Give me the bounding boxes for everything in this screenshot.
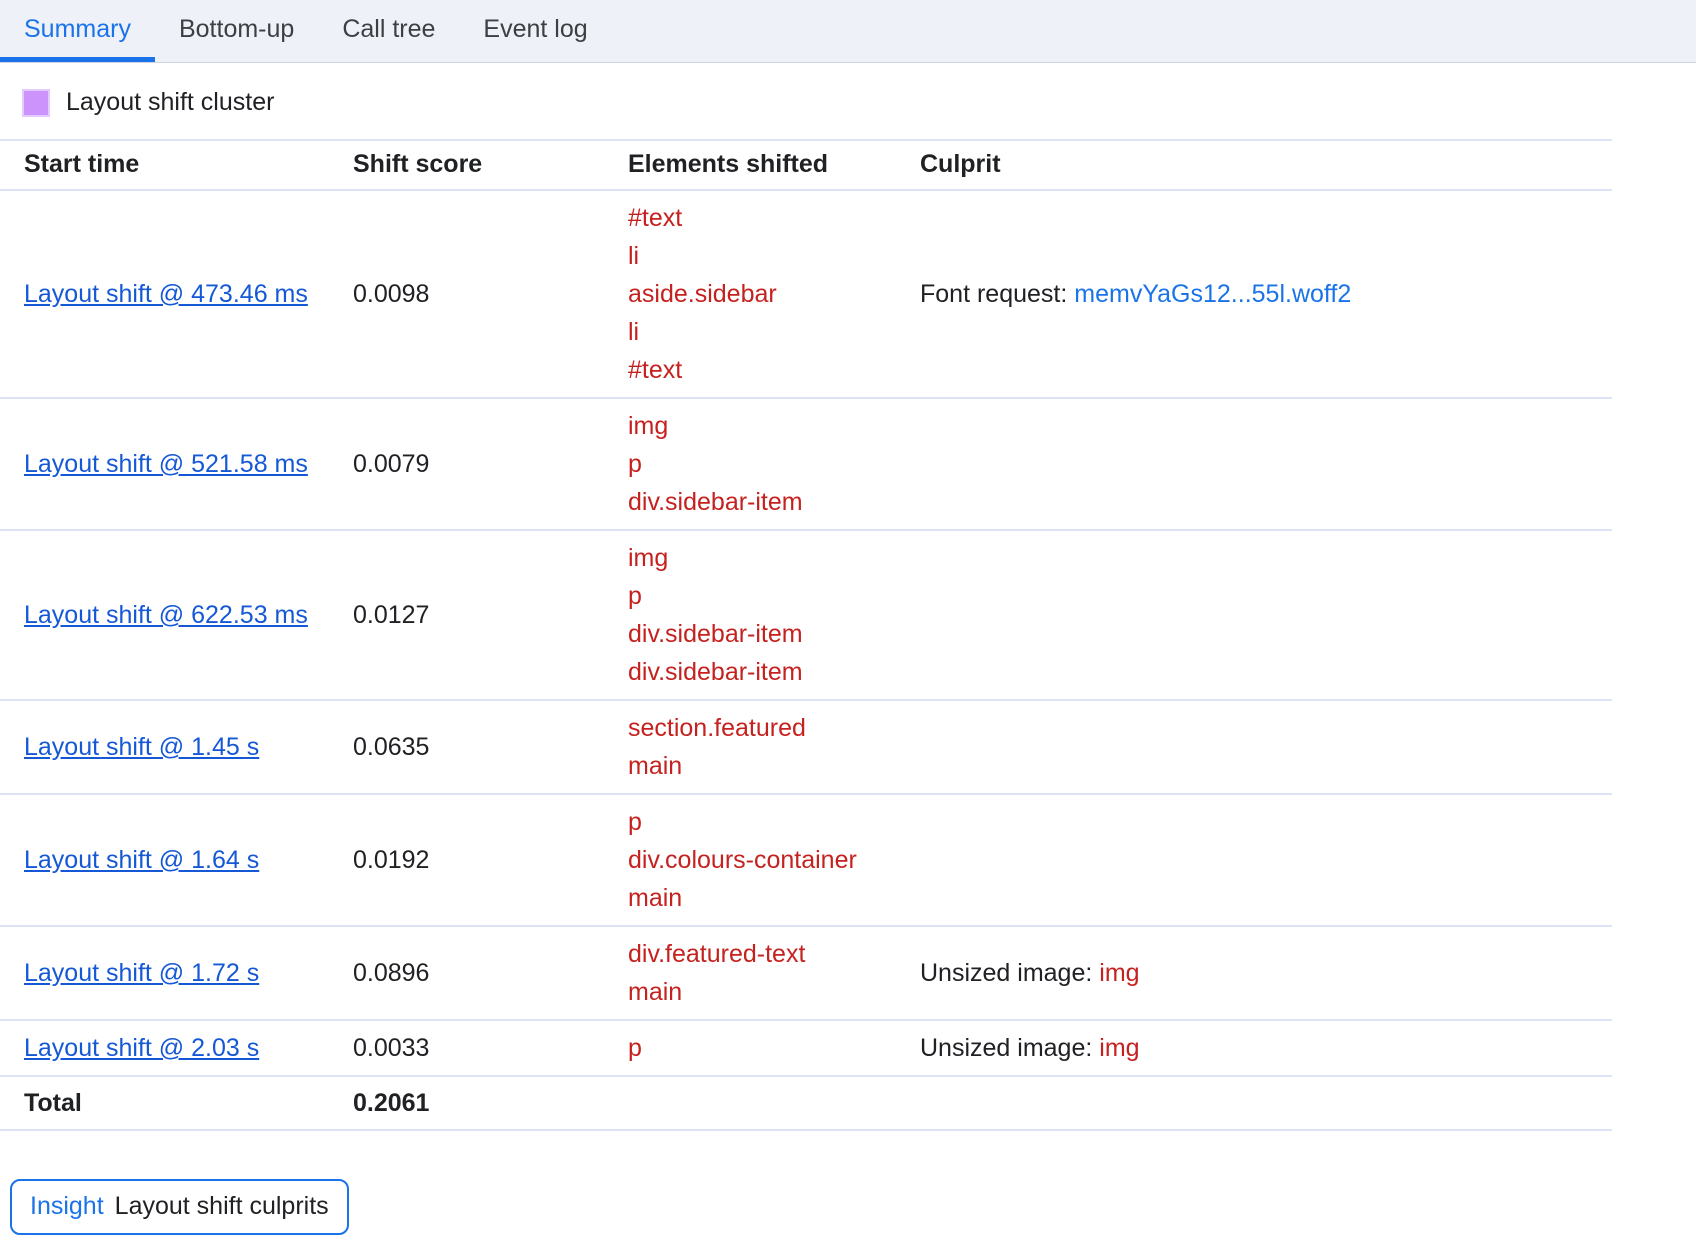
cell-culprit [920,700,1612,795]
shifted-element-link[interactable]: div.featured-text [628,935,920,973]
cell-shift-score: 0.0635 [353,700,628,795]
cell-start-time: Layout shift @ 622.53 ms [0,530,353,701]
column-header-elements-shifted: Elements shifted [628,139,920,191]
total-culprit-cell [920,1076,1612,1131]
cell-elements-shifted: p div.colours-container main [628,794,920,927]
culprit-request-link[interactable]: memvYaGs12...55l.woff2 [1074,280,1351,308]
cluster-color-swatch [22,88,50,117]
layout-shift-link[interactable]: Layout shift @ 622.53 ms [24,601,308,629]
cell-culprit [920,794,1612,927]
culprit-label: Unsized image: [920,959,1093,987]
shifted-element-link[interactable]: aside.sidebar [628,275,920,313]
cell-culprit [920,530,1612,701]
table-row: Layout shift @ 473.46 ms 0.0098 #text li asi… [0,190,1612,399]
column-header-start-time: Start time [0,139,353,191]
cell-shift-score: 0.0033 [353,1020,628,1077]
shifted-element-link[interactable]: p [628,803,920,841]
shifted-element-link[interactable]: #text [628,351,920,389]
layout-shift-link[interactable]: Layout shift @ 521.58 ms [24,450,308,478]
panel-tabs: Summary Bottom-up Call tree Event log [0,0,1696,63]
tab-call-tree[interactable]: Call tree [318,17,459,62]
insight-chip-layout-shift-culprits[interactable]: Insight Layout shift culprits [10,1179,349,1235]
shifted-element-link[interactable]: #text [628,199,920,237]
shifted-element-link[interactable]: li [628,313,920,351]
shifted-element-link[interactable]: div.sidebar-item [628,483,920,521]
cell-elements-shifted: p [628,1020,920,1077]
shifted-element-link[interactable]: li [628,237,920,275]
cell-start-time: Layout shift @ 1.72 s [0,926,353,1021]
total-shift-score: 0.2061 [353,1076,628,1131]
table-body: Layout shift @ 473.46 ms 0.0098 #text li asi… [0,190,1612,1077]
tab-event-log-label: Event log [483,15,588,43]
column-header-culprit: Culprit [920,139,1612,191]
shifted-element-link[interactable]: div.colours-container [628,841,920,879]
cell-start-time: Layout shift @ 473.46 ms [0,190,353,399]
tab-bottom-up-label: Bottom-up [178,15,295,43]
cell-elements-shifted: div.featured-text main [628,926,920,1021]
culprit-node-link[interactable]: img [1099,959,1139,987]
shifted-element-link[interactable]: div.sidebar-item [628,653,920,691]
shifted-element-link[interactable]: main [628,973,920,1011]
shifted-element-link[interactable]: img [628,407,920,445]
table-footer: Total 0.2061 [0,1076,1612,1131]
column-header-shift-score: Shift score [353,139,628,191]
layout-shift-link[interactable]: Layout shift @ 473.46 ms [24,280,308,308]
shifted-element-link[interactable]: p [628,445,920,483]
table-row-total: Total 0.2061 [0,1076,1612,1131]
tab-event-log[interactable]: Event log [459,17,611,62]
layout-shift-link[interactable]: Layout shift @ 1.72 s [24,959,259,987]
table-row: Layout shift @ 2.03 s 0.0033 p Unsized imag… [0,1020,1612,1077]
shifted-element-link[interactable]: div.sidebar-item [628,615,920,653]
cell-elements-shifted: img p div.sidebar-item div.sidebar-item [628,530,920,701]
layout-shifts-table-container: Start time Shift score Elements shifted … [0,139,1612,1131]
tab-call-tree-label: Call tree [342,15,436,43]
shifted-element-link[interactable]: img [628,539,920,577]
table-row: Layout shift @ 622.53 ms 0.0127 img p div.si… [0,530,1612,701]
shifted-element-link[interactable]: main [628,747,920,785]
cell-shift-score: 0.0192 [353,794,628,927]
total-elements-cell [628,1076,920,1131]
cell-shift-score: 0.0098 [353,190,628,399]
layout-shift-link[interactable]: Layout shift @ 1.45 s [24,733,259,761]
table-header-row: Start time Shift score Elements shifted … [0,139,1612,191]
cell-shift-score: 0.0127 [353,530,628,701]
shifted-element-link[interactable]: section.featured [628,709,920,747]
cluster-legend-label: Layout shift cluster [66,88,275,116]
shifted-element-link[interactable]: p [628,577,920,615]
layout-shift-link[interactable]: Layout shift @ 1.64 s [24,846,259,874]
table-row: Layout shift @ 1.64 s 0.0192 p div.colours-… [0,794,1612,927]
cell-start-time: Layout shift @ 2.03 s [0,1020,353,1077]
culprit-label: Font request: [920,280,1068,308]
cell-culprit: Unsized image: img [920,1020,1612,1077]
cell-shift-score: 0.0079 [353,398,628,531]
culprit-label: Unsized image: [920,1034,1093,1062]
cell-elements-shifted: #text li aside.sidebar li #text [628,190,920,399]
insight-chip-value: Layout shift culprits [114,1192,329,1220]
layout-shift-cluster-legend: Layout shift cluster [22,88,1696,117]
tab-summary[interactable]: Summary [0,17,155,62]
cell-start-time: Layout shift @ 1.64 s [0,794,353,927]
cell-shift-score: 0.0896 [353,926,628,1021]
layout-shifts-table: Start time Shift score Elements shifted … [0,139,1612,1131]
layout-shift-link[interactable]: Layout shift @ 2.03 s [24,1034,259,1062]
culprit-node-link[interactable]: img [1099,1034,1139,1062]
total-label: Total [0,1076,353,1131]
table-row: Layout shift @ 521.58 ms 0.0079 img p div.si… [0,398,1612,531]
table-row: Layout shift @ 1.45 s 0.0635 section.featu… [0,700,1612,795]
cell-elements-shifted: img p div.sidebar-item [628,398,920,531]
tab-summary-label: Summary [24,15,131,43]
cell-start-time: Layout shift @ 1.45 s [0,700,353,795]
cell-elements-shifted: section.featured main [628,700,920,795]
cell-start-time: Layout shift @ 521.58 ms [0,398,353,531]
cell-culprit: Unsized image: img [920,926,1612,1021]
shifted-element-link[interactable]: main [628,879,920,917]
tab-bottom-up[interactable]: Bottom-up [155,17,318,62]
cell-culprit [920,398,1612,531]
table-row: Layout shift @ 1.72 s 0.0896 div.featured-… [0,926,1612,1021]
insight-chip-key: Insight [30,1192,104,1220]
shifted-element-link[interactable]: p [628,1029,920,1067]
cell-culprit: Font request: memvYaGs12...55l.woff2 [920,190,1612,399]
